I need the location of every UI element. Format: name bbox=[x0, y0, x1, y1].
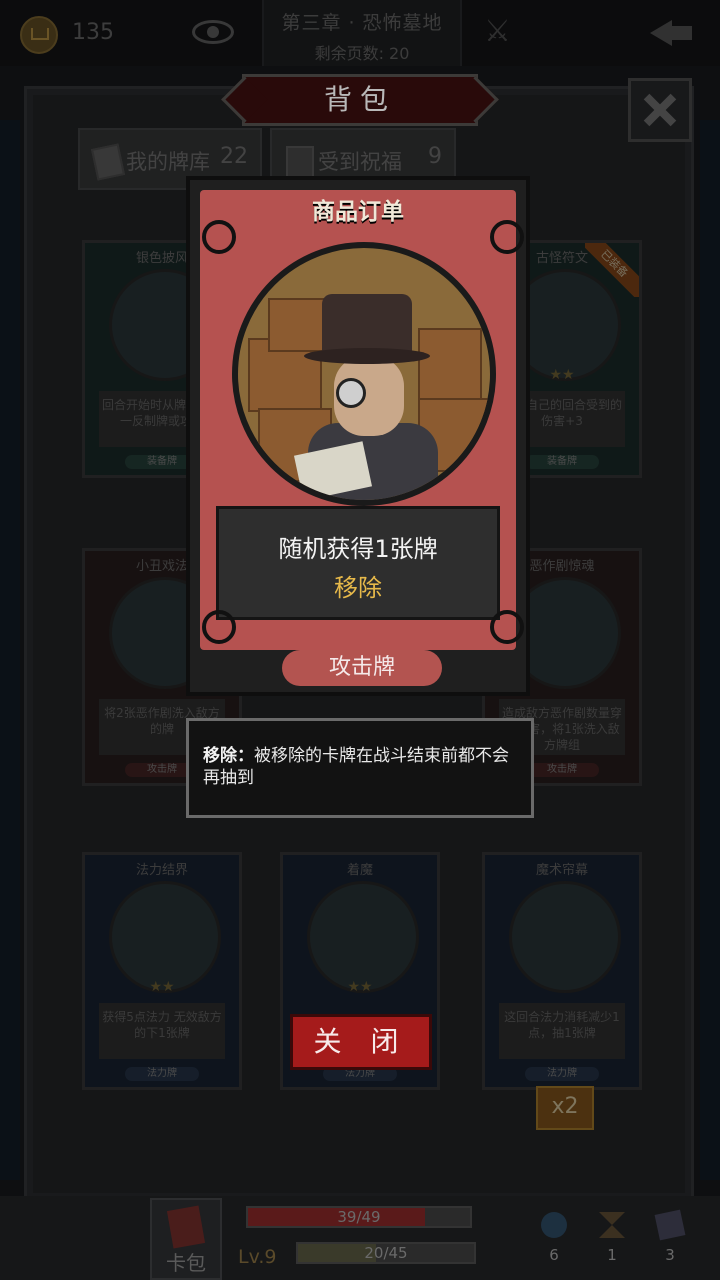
hourglass-resource[interactable]: 1 bbox=[592, 1212, 632, 1264]
effect-text: 随机获得1张牌 bbox=[278, 535, 438, 563]
detail-card-title: 商品订单 bbox=[312, 199, 404, 225]
frame-ornament bbox=[202, 220, 236, 254]
potion-resource[interactable]: 6 bbox=[534, 1212, 574, 1264]
cards-resource[interactable]: 3 bbox=[650, 1209, 690, 1264]
close-button[interactable]: 关 闭 bbox=[290, 1014, 432, 1070]
detail-effect-box: 随机获得1张牌 移除 bbox=[216, 506, 500, 620]
hourglass-count: 1 bbox=[607, 1246, 617, 1264]
card-detail: 商品订单 随机获得1张牌 移除 攻击牌 bbox=[186, 176, 530, 696]
level-label: Lv.9 bbox=[238, 1246, 277, 1268]
card-pack-label: 卡包 bbox=[166, 1251, 206, 1275]
potion-count: 6 bbox=[549, 1246, 559, 1264]
frame-ornament bbox=[490, 220, 524, 254]
xp-text: 20/45 bbox=[364, 1244, 408, 1262]
panel-title: 背包 bbox=[323, 83, 396, 116]
book-icon bbox=[166, 1205, 206, 1249]
card-pack-button[interactable]: 卡包 bbox=[150, 1198, 222, 1280]
hp-bar: 39/49 bbox=[246, 1206, 472, 1228]
frame-ornament bbox=[490, 610, 524, 644]
merchant-portrait bbox=[232, 242, 496, 506]
hourglass-icon bbox=[599, 1212, 625, 1238]
hp-text: 39/49 bbox=[337, 1208, 381, 1226]
cards-icon bbox=[654, 1209, 686, 1241]
potion-icon bbox=[541, 1212, 567, 1238]
keyword-tooltip: 移除：被移除的卡牌在战斗结束前都不会再抽到 bbox=[186, 718, 534, 818]
xp-bar: 20/45 bbox=[296, 1242, 476, 1264]
detail-card-type: 攻击牌 bbox=[282, 650, 442, 686]
keyword-remove[interactable]: 移除 bbox=[219, 568, 497, 603]
tooltip-term: 移除： bbox=[203, 746, 254, 766]
cards-count: 3 bbox=[665, 1246, 675, 1264]
frame-ornament bbox=[202, 610, 236, 644]
